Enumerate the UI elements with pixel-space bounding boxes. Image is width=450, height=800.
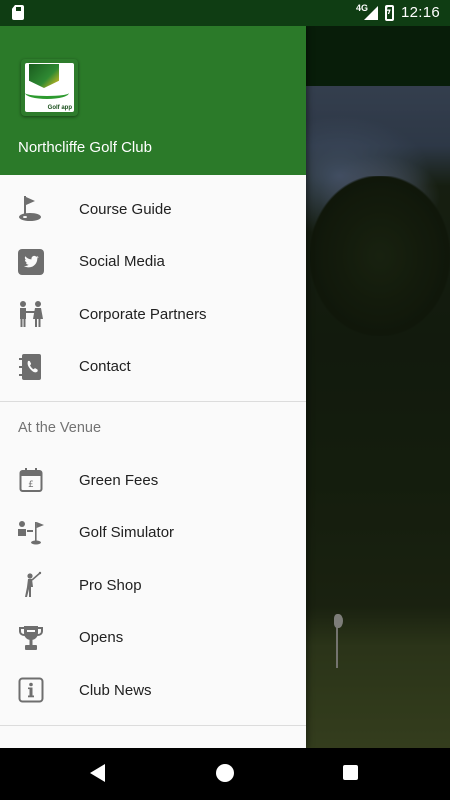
menu-item-label: Corporate Partners	[79, 305, 207, 323]
twitter-icon	[17, 248, 45, 276]
venue-menu: £ Green Fees Golf Simulator Pro Shop Ope…	[0, 454, 306, 717]
menu-item-label: Opens	[79, 629, 124, 647]
menu-item-label: Social Media	[79, 253, 165, 271]
golfer-icon	[17, 571, 45, 599]
navigation-drawer: Golf app Northcliffe Golf Club Course Gu…	[0, 26, 306, 748]
menu-item-contact[interactable]: Contact	[0, 341, 306, 394]
golf-simulator-icon	[17, 519, 45, 547]
recent-apps-icon[interactable]	[343, 765, 358, 780]
menu-item-social-media[interactable]: Social Media	[0, 236, 306, 289]
main-menu: Course Guide Social Media Corporate Part…	[0, 175, 306, 393]
menu-divider	[0, 724, 306, 726]
battery-charging-icon	[385, 5, 394, 21]
status-bar: 4G 12:16	[0, 0, 450, 26]
section-title-venue: At the Venue	[18, 420, 102, 436]
golf-flag-icon	[17, 195, 45, 223]
menu-item-label: Course Guide	[79, 200, 172, 218]
back-icon[interactable]	[90, 764, 105, 782]
menu-item-golf-simulator[interactable]: Golf Simulator	[0, 507, 306, 560]
menu-item-course-guide[interactable]: Course Guide	[0, 183, 306, 236]
trophy-icon	[17, 624, 45, 652]
menu-item-label: Pro Shop	[79, 576, 142, 594]
svg-text:£: £	[28, 480, 34, 490]
drawer-header: Golf app Northcliffe Golf Club	[0, 26, 306, 175]
clock: 12:16	[400, 4, 440, 21]
club-logo: Golf app	[21, 59, 78, 116]
menu-item-corporate-partners[interactable]: Corporate Partners	[0, 288, 306, 341]
info-icon	[17, 676, 45, 704]
menu-item-label: Club News	[79, 681, 152, 699]
menu-item-label: Golf Simulator	[79, 524, 175, 542]
home-icon[interactable]	[216, 764, 234, 782]
menu-item-label: Green Fees	[79, 471, 159, 489]
handshake-icon	[17, 300, 45, 328]
calendar-pound-icon: £	[17, 466, 45, 494]
menu-item-opens[interactable]: Opens	[0, 612, 306, 665]
sd-card-icon	[12, 5, 24, 20]
logo-caption: Golf app	[47, 105, 72, 111]
menu-item-label: Contact	[79, 358, 131, 376]
menu-item-club-news[interactable]: Club News	[0, 664, 306, 717]
club-name: Northcliffe Golf Club	[18, 139, 152, 156]
menu-item-pro-shop[interactable]: Pro Shop	[0, 559, 306, 612]
address-book-icon	[17, 353, 45, 381]
signal-icon	[364, 6, 378, 20]
system-nav-bar	[0, 748, 450, 800]
menu-item-green-fees[interactable]: £ Green Fees	[0, 454, 306, 507]
